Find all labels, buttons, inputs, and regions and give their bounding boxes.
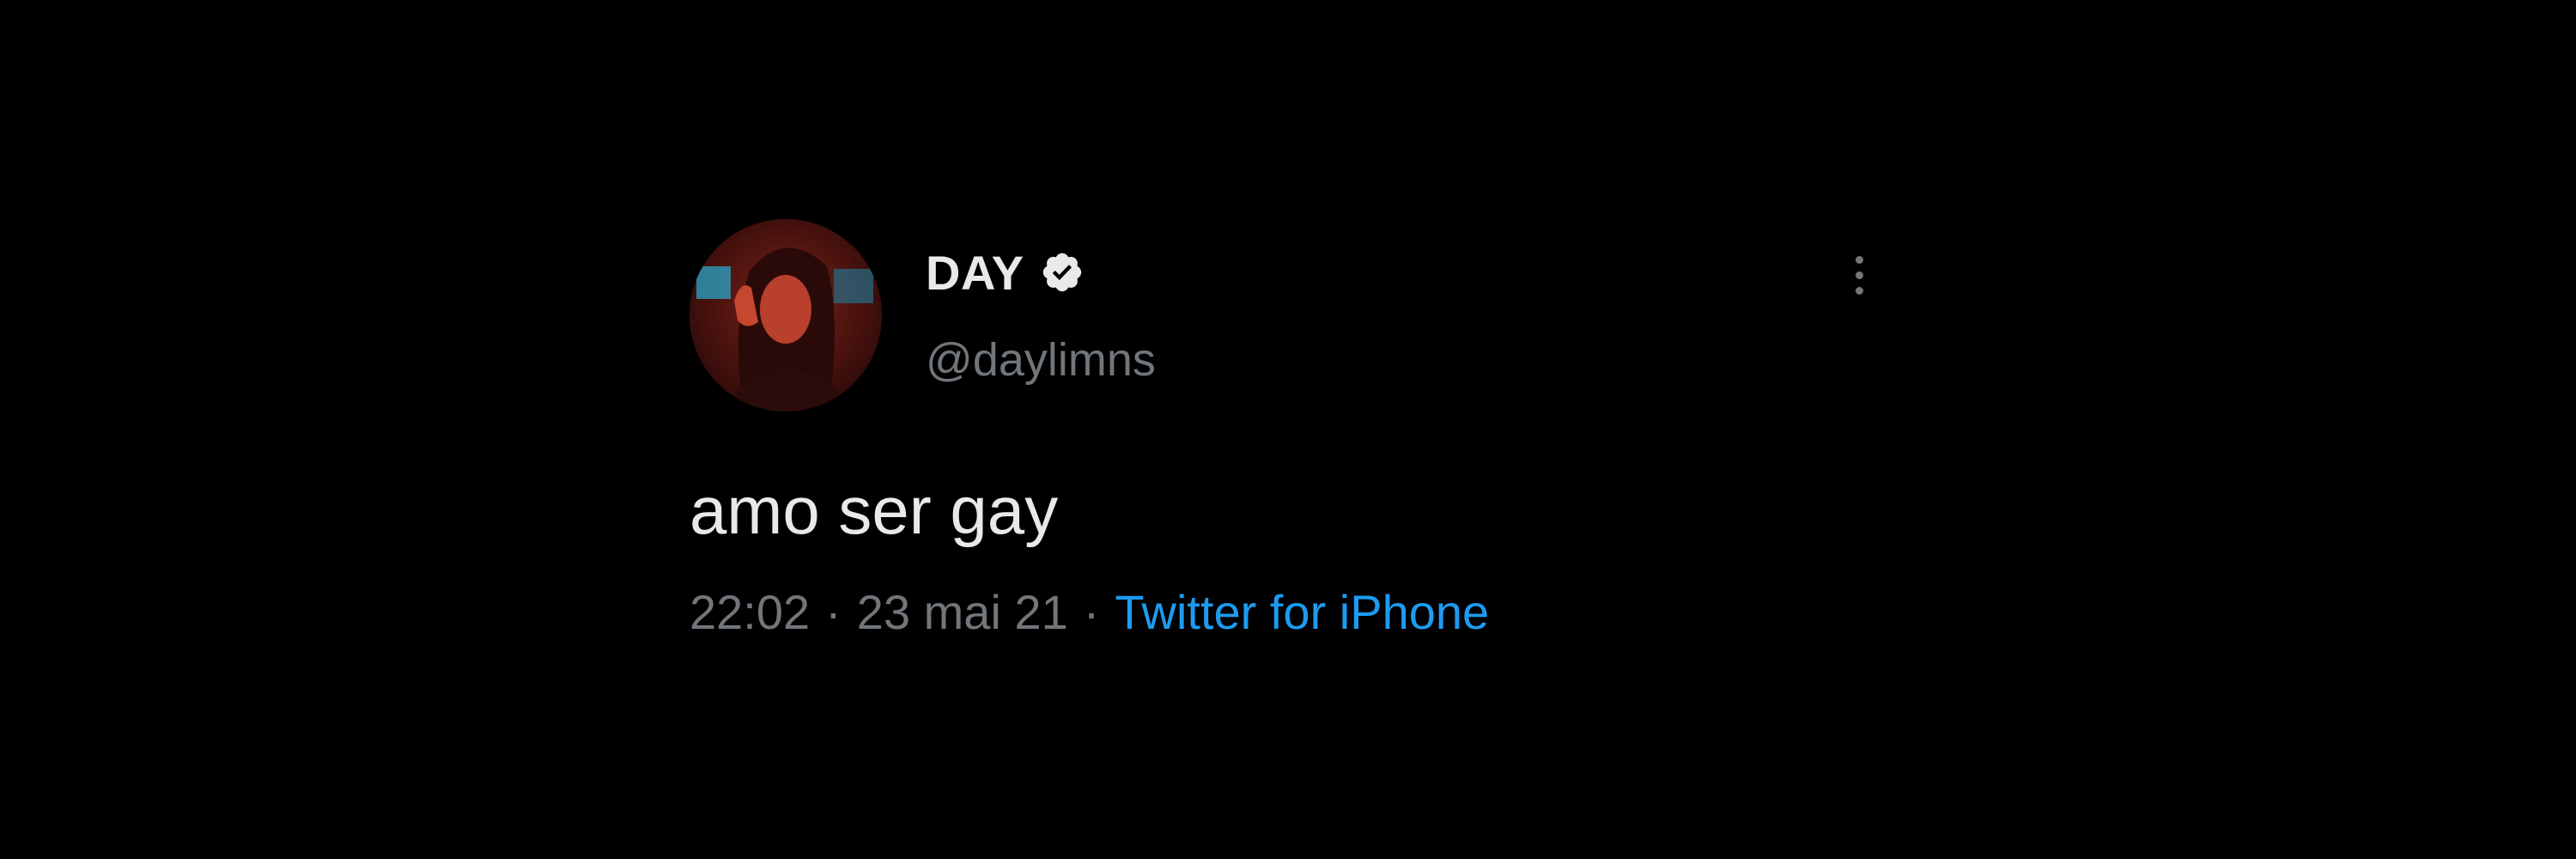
- tweet-meta: 22:02 · 23 mai 21 · Twitter for iPhone: [690, 584, 1489, 640]
- author-display-name[interactable]: DAY: [926, 245, 1024, 301]
- tweet-source-link[interactable]: Twitter for iPhone: [1115, 584, 1489, 640]
- avatar-image: [690, 219, 882, 411]
- tweet-time[interactable]: 22:02: [690, 584, 810, 640]
- vertical-ellipsis-icon: [1855, 255, 1863, 264]
- ellipsis-dot: [1855, 286, 1863, 295]
- verified-badge-icon: [1040, 250, 1084, 295]
- author-handle[interactable]: @daylimns: [926, 333, 1156, 387]
- tweet-text: amo ser gay: [690, 472, 1059, 548]
- tweet: DAY @daylimns amo ser gay 22:02 · 23 mai…: [0, 0, 2576, 859]
- avatar[interactable]: [690, 219, 882, 411]
- tweet-date[interactable]: 23 mai 21: [857, 584, 1068, 640]
- meta-separator: ·: [825, 585, 841, 639]
- ellipsis-dot: [1855, 271, 1863, 279]
- more-options-button[interactable]: [1838, 245, 1880, 305]
- meta-separator: ·: [1083, 585, 1100, 639]
- author-name-row: DAY: [926, 245, 1084, 300]
